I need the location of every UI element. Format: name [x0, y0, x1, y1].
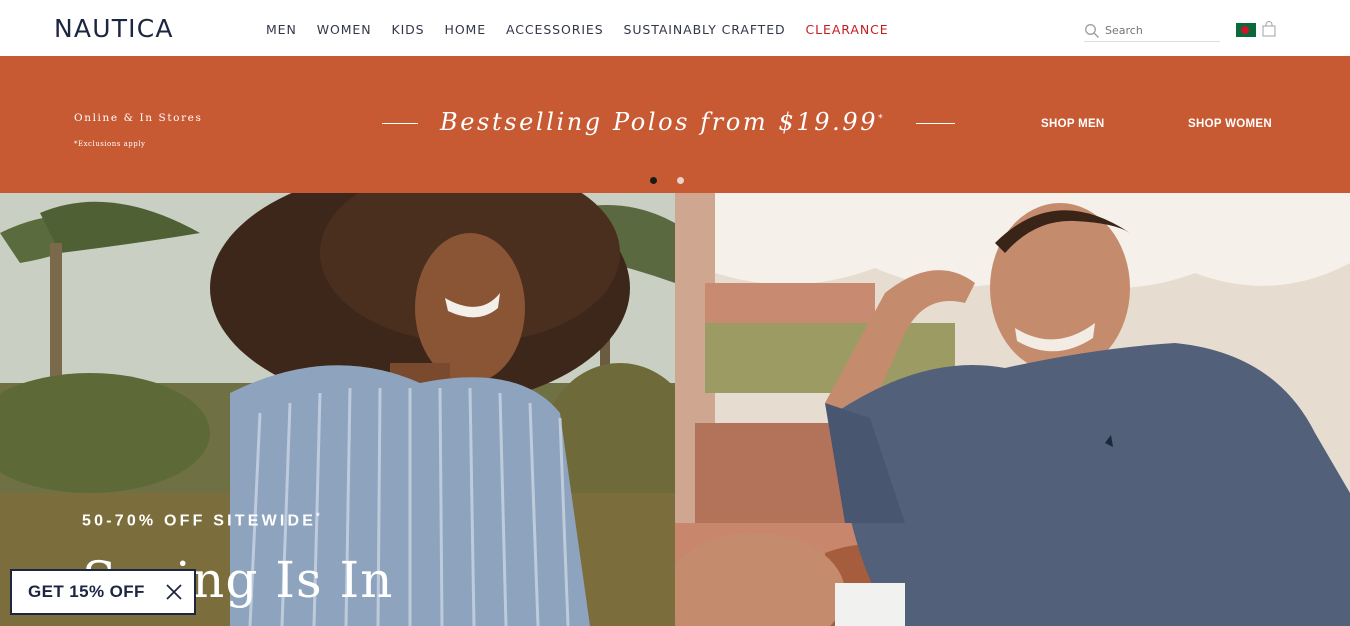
nav-men[interactable]: MEN — [266, 22, 297, 37]
nav-women[interactable]: WOMEN — [317, 22, 372, 37]
shop-women-link[interactable]: SHOP WOMEN — [1188, 118, 1272, 130]
search-icon[interactable] — [1084, 23, 1100, 39]
carousel-dots — [650, 177, 684, 184]
shop-men-link[interactable]: SHOP MEN — [1041, 118, 1105, 130]
nav-clearance[interactable]: CLEARANCE — [806, 22, 889, 37]
hero-section: 50-70% OFF SITEWIDE* Spring Is In — [0, 193, 1350, 626]
carousel-dot-1[interactable] — [650, 177, 657, 184]
nautica-logo[interactable]: NAUTICA — [54, 14, 174, 43]
nav-accessories[interactable]: ACCESSORIES — [506, 22, 604, 37]
promo-divider-left — [382, 123, 418, 124]
promo-availability: Online & In Stores — [74, 112, 203, 124]
carousel-dot-2[interactable] — [677, 177, 684, 184]
nav-home[interactable]: HOME — [445, 22, 487, 37]
promo-divider-right — [916, 123, 955, 124]
search-box[interactable] — [1084, 20, 1220, 42]
site-header: NAUTICA MEN WOMEN KIDS HOME ACCESSORIES … — [0, 0, 1350, 57]
country-flag-icon[interactable] — [1236, 23, 1256, 37]
search-input[interactable] — [1105, 24, 1215, 37]
promo-headline-text: Bestselling Polos from $19.99 — [440, 108, 879, 136]
hero-man-illustration — [675, 193, 1350, 626]
close-icon[interactable] — [165, 583, 183, 601]
hero-kicker: 50-70% OFF SITEWIDE* — [82, 511, 323, 530]
nav-sustainably-crafted[interactable]: SUSTAINABLY CRAFTED — [624, 22, 786, 37]
nav-kids[interactable]: KIDS — [391, 22, 424, 37]
hero-kicker-mark: * — [316, 511, 323, 521]
shopping-bag-icon[interactable] — [1262, 21, 1276, 37]
main-nav: MEN WOMEN KIDS HOME ACCESSORIES SUSTAINA… — [266, 22, 909, 37]
flag-dot — [1241, 26, 1249, 34]
promo-headline: Bestselling Polos from $19.99* — [440, 108, 885, 136]
promo-headline-mark: * — [878, 114, 886, 124]
discount-popup-label[interactable]: GET 15% OFF — [28, 582, 145, 602]
promo-exclusions: *Exclusions apply — [74, 140, 146, 148]
hero-kicker-text: 50-70% OFF SITEWIDE — [82, 512, 317, 530]
hero-image-woman[interactable]: 50-70% OFF SITEWIDE* Spring Is In — [0, 193, 675, 626]
promo-banner[interactable]: Online & In Stores *Exclusions apply Bes… — [0, 56, 1350, 193]
hero-image-man[interactable] — [675, 193, 1350, 626]
discount-popup[interactable]: GET 15% OFF — [10, 569, 196, 615]
